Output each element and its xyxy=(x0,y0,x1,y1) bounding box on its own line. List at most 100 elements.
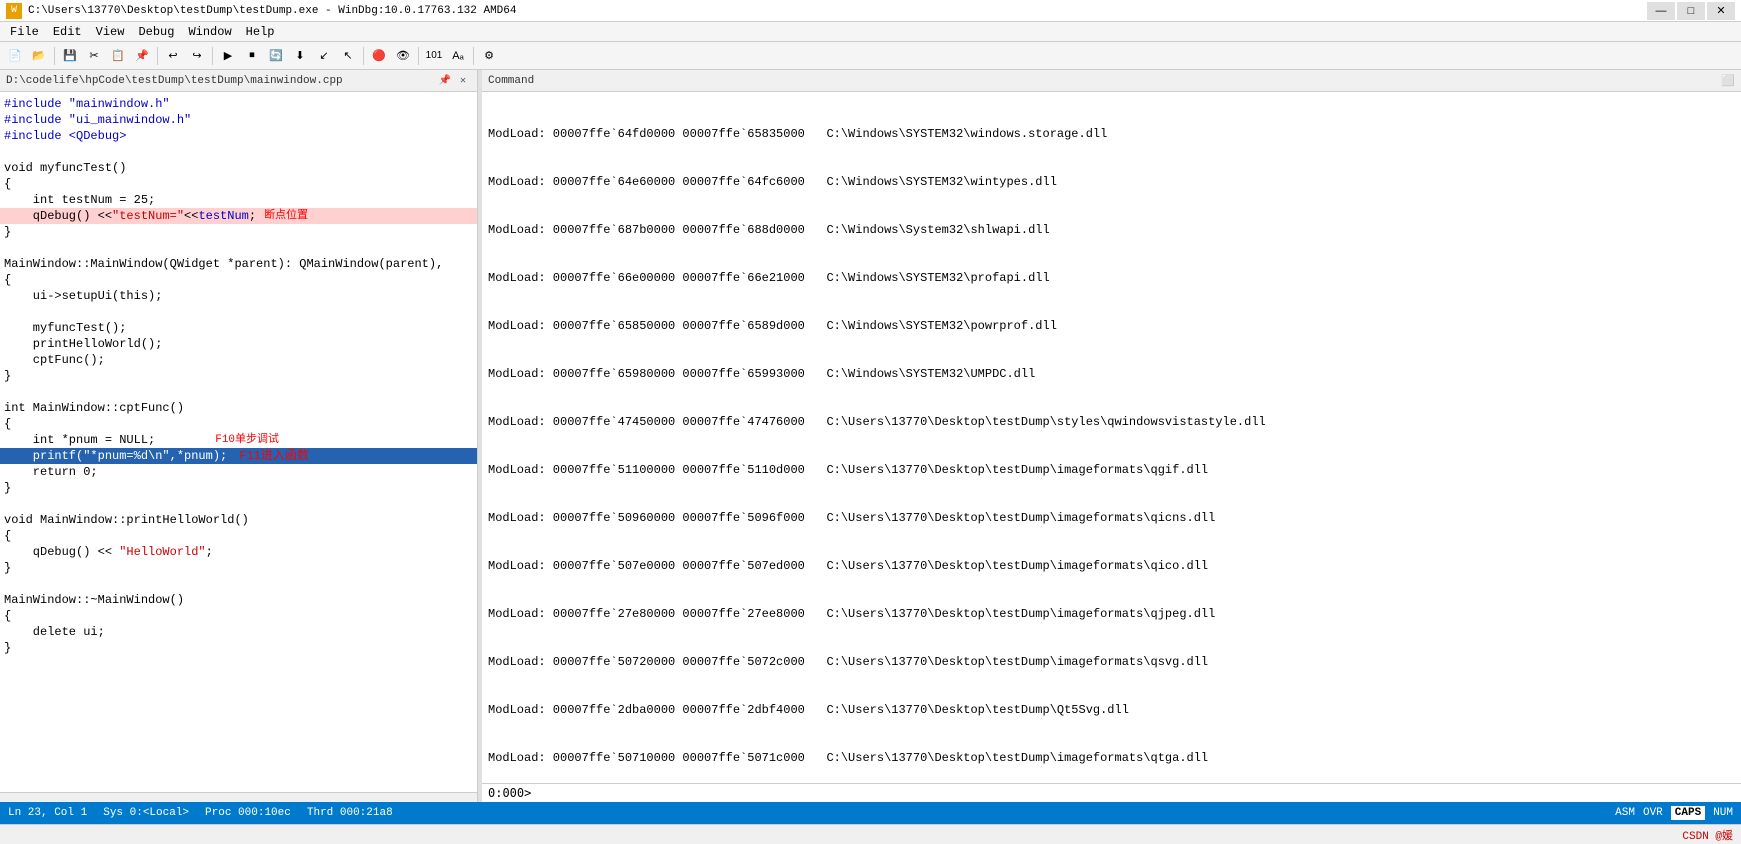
cmd-line-6: ModLoad: 00007ffe`65980000 00007ffe`6599… xyxy=(488,366,1735,382)
tb-sep-1 xyxy=(54,47,55,65)
tb-step-over[interactable]: ⬇ xyxy=(289,45,311,67)
menu-file[interactable]: File xyxy=(4,24,45,40)
code-line-20: int MainWindow::cptFunc() xyxy=(0,400,477,416)
menu-edit[interactable]: Edit xyxy=(47,24,88,40)
tb-step-out[interactable]: ↖ xyxy=(337,45,359,67)
title-text: C:\Users\13770\Desktop\testDump\testDump… xyxy=(28,5,1647,17)
command-area[interactable]: ModLoad: 00007ffe`64fd0000 00007ffe`6583… xyxy=(482,92,1741,783)
cmd-input[interactable] xyxy=(531,786,1735,800)
code-line-11: MainWindow::MainWindow(QWidget *parent):… xyxy=(0,256,477,272)
code-line-5: void myfuncTest() xyxy=(0,160,477,176)
code-text: void myfuncTest() xyxy=(4,160,126,176)
code-line-2: #include "ui_mainwindow.h" xyxy=(0,112,477,128)
file-path: D:\codelife\hpCode\testDump\testDump\mai… xyxy=(6,75,343,87)
cmd-line-3: ModLoad: 00007ffe`687b0000 00007ffe`688d… xyxy=(488,222,1735,238)
code-line-28: { xyxy=(0,528,477,544)
code-line-8: qDebug() <<"testNum="<<testNum; 断点位置 xyxy=(0,208,477,224)
tb-paste[interactable]: 📌 xyxy=(131,45,153,67)
code-text xyxy=(4,240,11,256)
tb-undo[interactable]: ↩ xyxy=(162,45,184,67)
cmd-line-11: ModLoad: 00007ffe`27e80000 00007ffe`27ee… xyxy=(488,606,1735,622)
command-label: Command xyxy=(488,75,534,87)
cmd-prompt: 0:000> xyxy=(488,786,531,800)
tb-breakpoint[interactable]: 🔴 xyxy=(368,45,390,67)
tb-font[interactable]: Aₐ xyxy=(447,45,469,67)
code-area[interactable]: #include "mainwindow.h" #include "ui_mai… xyxy=(0,92,477,792)
status-num: NUM xyxy=(1713,807,1733,819)
csdn-label: CSDN @媛 xyxy=(1682,827,1733,843)
menu-help[interactable]: Help xyxy=(240,24,281,40)
close-panel-icon[interactable]: ✕ xyxy=(455,73,471,89)
tb-stop[interactable]: ⏹ xyxy=(241,45,263,67)
code-line-15: myfuncTest(); xyxy=(0,320,477,336)
code-line-3: #include <QDebug> xyxy=(0,128,477,144)
code-line-16: printHelloWorld(); xyxy=(0,336,477,352)
tb-run[interactable]: ▶ xyxy=(217,45,239,67)
tb-settings[interactable]: ⚙ xyxy=(478,45,500,67)
tb-restart[interactable]: 🔄 xyxy=(265,45,287,67)
tb-open[interactable]: 📂 xyxy=(28,45,50,67)
code-line-7: int testNum = 25; xyxy=(0,192,477,208)
minimize-button[interactable]: — xyxy=(1647,2,1675,20)
tb-redo[interactable]: ↪ xyxy=(186,45,208,67)
tb-copy[interactable]: 📋 xyxy=(107,45,129,67)
maximize-button[interactable]: □ xyxy=(1677,2,1705,20)
code-text: ui->setupUi(this); xyxy=(4,288,162,304)
code-text: #include "ui_mainwindow.h" xyxy=(4,112,191,128)
code-text: { xyxy=(4,528,11,544)
status-bar: Ln 23, Col 1 Sys 0:<Local> Proc 000:10ec… xyxy=(0,802,1741,824)
code-line-18: } xyxy=(0,368,477,384)
status-sys: Sys 0:<Local> xyxy=(103,807,189,819)
menu-view[interactable]: View xyxy=(90,24,131,40)
code-line-4 xyxy=(0,144,477,160)
cmd-line-10: ModLoad: 00007ffe`507e0000 00007ffe`507e… xyxy=(488,558,1735,574)
tb-hex[interactable]: 101 xyxy=(423,45,445,67)
code-text: cptFunc(); xyxy=(4,352,105,368)
tb-watch[interactable]: 👁 xyxy=(392,45,414,67)
main-area: D:\codelife\hpCode\testDump\testDump\mai… xyxy=(0,70,1741,802)
left-scrollbar[interactable] xyxy=(0,792,477,802)
menu-bar: File Edit View Debug Window Help xyxy=(0,22,1741,42)
code-text: myfuncTest(); xyxy=(4,320,126,336)
toolbar: 📄 📂 💾 ✂ 📋 📌 ↩ ↪ ▶ ⏹ 🔄 ⬇ ↙ ↖ 🔴 👁 101 Aₐ ⚙ xyxy=(0,42,1741,70)
tb-new[interactable]: 📄 xyxy=(4,45,26,67)
code-line-6: { xyxy=(0,176,477,192)
header-icons: 📌 ✕ xyxy=(437,73,471,89)
status-ln: Ln 23, Col 1 xyxy=(8,807,87,819)
cmd-input-line[interactable]: 0:000> xyxy=(482,783,1741,802)
status-asm: ASM xyxy=(1615,807,1635,819)
tb-cut[interactable]: ✂ xyxy=(83,45,105,67)
cmd-line-2: ModLoad: 00007ffe`64e60000 00007ffe`64fc… xyxy=(488,174,1735,190)
code-line-14 xyxy=(0,304,477,320)
cmd-line-13: ModLoad: 00007ffe`2dba0000 00007ffe`2dbf… xyxy=(488,702,1735,718)
close-button[interactable]: ✕ xyxy=(1707,2,1735,20)
tb-step-into[interactable]: ↙ xyxy=(313,45,335,67)
code-text: { xyxy=(4,272,11,288)
menu-window[interactable]: Window xyxy=(182,24,237,40)
cmd-line-14: ModLoad: 00007ffe`50710000 00007ffe`5071… xyxy=(488,750,1735,766)
code-text: } xyxy=(4,640,11,656)
code-line-35: } xyxy=(0,640,477,656)
cmd-line-12: ModLoad: 00007ffe`50720000 00007ffe`5072… xyxy=(488,654,1735,670)
tb-sep-3 xyxy=(212,47,213,65)
code-text xyxy=(4,144,11,160)
annotation-breakpoint: 断点位置 xyxy=(264,208,308,224)
status-proc: Proc 000:10ec xyxy=(205,807,291,819)
cmd-line-8: ModLoad: 00007ffe`51100000 00007ffe`5110… xyxy=(488,462,1735,478)
expand-icon[interactable]: ⬜ xyxy=(1721,74,1735,88)
code-text: { xyxy=(4,176,11,192)
app-icon: W xyxy=(6,3,22,19)
right-panel-header: Command ⬜ xyxy=(482,70,1741,92)
left-panel: D:\codelife\hpCode\testDump\testDump\mai… xyxy=(0,70,478,802)
menu-debug[interactable]: Debug xyxy=(132,24,180,40)
code-line-22: int *pnum = NULL; F10单步调试 xyxy=(0,432,477,448)
code-text: printf("*pnum=%d\n",*pnum); xyxy=(4,448,227,464)
code-text: #include <QDebug> xyxy=(4,128,126,144)
tb-save[interactable]: 💾 xyxy=(59,45,81,67)
pin-icon[interactable]: 📌 xyxy=(437,73,453,89)
code-text: } xyxy=(4,368,11,384)
code-text: printHelloWorld(); xyxy=(4,336,162,352)
code-text: int MainWindow::cptFunc() xyxy=(4,400,184,416)
code-line-12: { xyxy=(0,272,477,288)
code-text: delete ui; xyxy=(4,624,105,640)
